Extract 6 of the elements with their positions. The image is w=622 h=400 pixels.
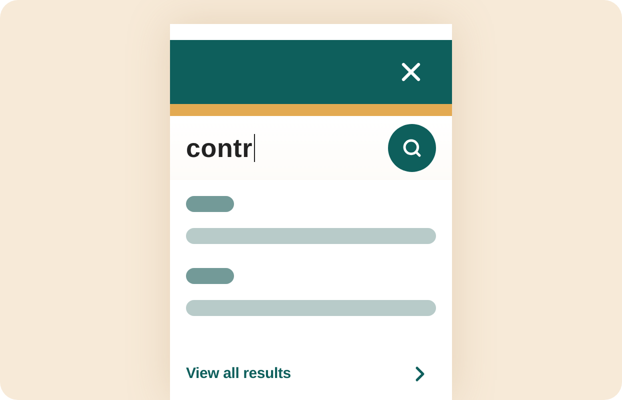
- view-all-link[interactable]: View all results: [186, 362, 436, 386]
- search-button[interactable]: [388, 124, 436, 172]
- skeleton-title: [186, 268, 234, 284]
- search-icon: [402, 138, 422, 158]
- search-field[interactable]: contr: [186, 130, 255, 166]
- skeleton-title: [186, 196, 234, 212]
